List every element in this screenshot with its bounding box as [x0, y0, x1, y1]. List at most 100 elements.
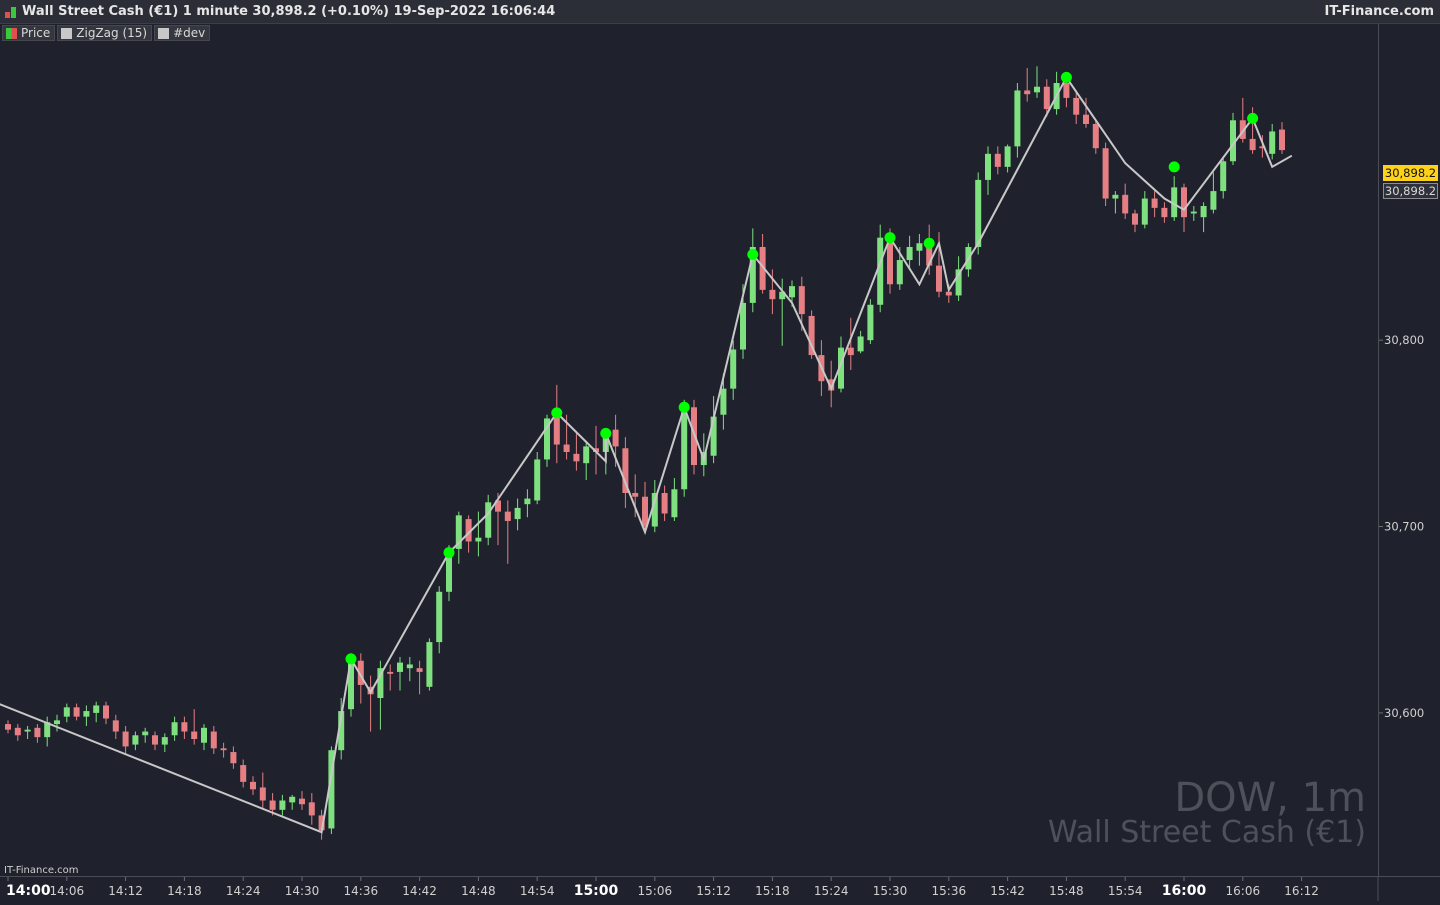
candle-body: [1249, 138, 1256, 151]
title-bar: Wall Street Cash (€1) 1 minute 30,898.2 …: [0, 0, 1440, 24]
candle: [210, 725, 217, 754]
chart-bars-icon: [5, 7, 16, 18]
candle-body: [446, 552, 452, 592]
candle: [161, 733, 168, 753]
candle-body: [308, 802, 315, 816]
pivot-point: [1247, 112, 1259, 124]
candle: [308, 793, 315, 825]
candle: [485, 494, 492, 546]
candle-body: [1190, 211, 1197, 214]
x-tick-label: 15:12: [696, 884, 731, 898]
candle: [622, 437, 629, 508]
x-tick-label: 14:36: [344, 884, 379, 898]
candle: [504, 500, 511, 564]
x-tick-label: 14:18: [167, 884, 202, 898]
watermark-name: Wall Street Cash (€1): [1047, 815, 1366, 850]
x-tick-label: 16:06: [1226, 884, 1261, 898]
candle-body: [661, 493, 668, 514]
candle-body: [406, 664, 413, 669]
candle: [1269, 124, 1276, 160]
candle: [749, 228, 756, 313]
x-tick-label: 14:48: [461, 884, 496, 898]
candle: [1141, 191, 1148, 229]
candle-body: [975, 179, 982, 247]
candle: [132, 731, 139, 751]
footer-brand: IT-Finance.com: [4, 865, 79, 876]
candle: [553, 384, 560, 464]
candle-body: [504, 511, 511, 521]
candle: [1151, 191, 1158, 218]
candle: [220, 742, 227, 758]
candle-body: [906, 247, 913, 261]
pivot-point: [1168, 161, 1180, 173]
candle: [93, 701, 100, 723]
candle-body: [985, 153, 991, 180]
candle-body: [994, 153, 1001, 167]
candle-body: [220, 748, 227, 751]
candle: [426, 638, 433, 691]
candle: [867, 299, 874, 344]
candle-body: [916, 243, 923, 251]
candle-body: [387, 671, 394, 674]
candle-body: [436, 591, 443, 643]
candle-body: [1210, 191, 1217, 210]
candle: [103, 701, 109, 725]
candle: [259, 772, 266, 810]
candle-body: [83, 711, 90, 717]
candle-body: [475, 537, 482, 542]
candle: [1239, 97, 1246, 143]
pivot-points: [345, 71, 1259, 665]
candle: [985, 146, 991, 195]
candle-body: [93, 705, 100, 713]
candle: [230, 746, 237, 769]
candle: [1122, 183, 1129, 220]
x-tick-label: 14:00: [6, 883, 51, 899]
candle: [240, 759, 247, 788]
y-tick-label: 30,800: [1384, 333, 1424, 347]
x-tick-label: 14:54: [520, 884, 555, 898]
candle-body: [534, 459, 541, 501]
candle: [1279, 122, 1285, 154]
candle: [112, 714, 119, 739]
candle: [387, 664, 394, 691]
candle-body: [867, 304, 874, 341]
candle: [1161, 202, 1168, 223]
candle-body: [514, 507, 521, 520]
candle-body: [142, 731, 149, 736]
candle-body: [103, 705, 109, 719]
pivot-point: [884, 232, 896, 244]
candle: [250, 776, 256, 795]
candle: [1220, 157, 1227, 199]
price-chart[interactable]: 30,600 30,700 30,800: [0, 24, 1440, 876]
candle-body: [1200, 206, 1207, 218]
x-tick-label: 15:06: [638, 884, 673, 898]
candlestick-series: [5, 66, 1285, 840]
candle-body: [583, 446, 590, 464]
candle: [63, 703, 70, 723]
x-axis[interactable]: 14:00 14:06 14:12 14:18 14:24 14:30 14:36 14:42…: [0, 876, 1440, 901]
candle-body: [632, 493, 639, 497]
candle-body: [877, 237, 884, 305]
candle-body: [896, 260, 903, 285]
pivot-point: [1060, 71, 1072, 83]
x-tick-label: 15:54: [1108, 884, 1143, 898]
candle: [857, 330, 864, 354]
candle: [152, 731, 158, 751]
candle: [1092, 120, 1099, 154]
candle: [1230, 112, 1236, 165]
candle-body: [1122, 194, 1129, 214]
candle: [54, 714, 60, 732]
candle: [14, 724, 21, 741]
x-tick-label: 16:12: [1284, 884, 1319, 898]
candle-body: [681, 407, 688, 490]
candle: [1190, 206, 1197, 221]
candle: [299, 791, 305, 810]
x-tick-label: 15:30: [873, 884, 908, 898]
candle: [524, 489, 531, 518]
x-tick-label: 14:12: [108, 884, 143, 898]
candle-body: [671, 489, 678, 518]
candle: [1210, 172, 1217, 214]
x-tick-label: 14:42: [402, 884, 437, 898]
brand-label: IT-Finance.com: [1324, 4, 1434, 19]
candle-body: [181, 722, 188, 732]
